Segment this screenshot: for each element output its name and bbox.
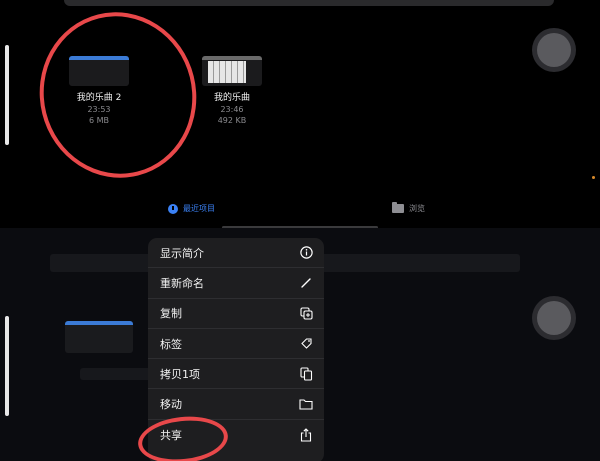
- file-thumbnail: [202, 56, 262, 86]
- tag-icon: [299, 337, 313, 351]
- pencil-icon: [299, 276, 313, 290]
- folder-icon: [392, 202, 404, 213]
- context-menu-screen: 显示简介 重新命名 复制 标签 拷贝1项 移动 共享: [0, 228, 600, 461]
- annotation-circle: [22, 0, 214, 195]
- side-handle[interactable]: [5, 45, 9, 145]
- tab-recent-label: 最近项目: [183, 204, 215, 213]
- tab-browse[interactable]: 浏览: [392, 202, 425, 214]
- file-size: 492 KB: [217, 116, 247, 125]
- menu-item-copy[interactable]: 拷贝1项: [148, 359, 324, 390]
- menu-item-move[interactable]: 移动: [148, 389, 324, 420]
- side-handle[interactable]: [5, 316, 9, 416]
- clock-icon: [168, 203, 178, 214]
- share-icon: [299, 428, 313, 442]
- menu-item-label: 复制: [160, 307, 182, 321]
- copy-icon: [299, 367, 313, 381]
- top-edge-bar: [64, 0, 554, 6]
- folder-icon: [299, 397, 313, 411]
- menu-item-label: 移动: [160, 398, 182, 412]
- assistive-touch-button[interactable]: [537, 301, 571, 335]
- duplicate-icon: [299, 306, 313, 320]
- indicator-dot: [592, 176, 595, 179]
- menu-item-duplicate[interactable]: 复制: [148, 299, 324, 329]
- tab-recent[interactable]: 最近项目: [168, 203, 215, 214]
- files-recent-screen: 我的乐曲 2 23:53 6 MB 我的乐曲 23:46 492 KB 最近项目…: [0, 0, 600, 228]
- menu-item-label: 显示简介: [160, 246, 204, 260]
- menu-item-rename[interactable]: 重新命名: [148, 268, 324, 299]
- menu-item-label: 拷贝1项: [160, 367, 200, 381]
- file-name: 我的乐曲: [213, 93, 250, 103]
- file-thumbnail[interactable]: [65, 321, 133, 353]
- tab-browse-label: 浏览: [409, 204, 425, 213]
- file-item[interactable]: 我的乐曲 23:46 492 KB: [187, 56, 277, 126]
- menu-item-label: 标签: [160, 337, 182, 351]
- info-icon: [299, 246, 313, 260]
- menu-item-tags[interactable]: 标签: [148, 329, 324, 360]
- assistive-touch-button[interactable]: [537, 33, 571, 67]
- menu-item-label: 重新命名: [160, 276, 204, 290]
- menu-item-info[interactable]: 显示简介: [148, 238, 324, 269]
- file-time: 23:46: [220, 105, 244, 114]
